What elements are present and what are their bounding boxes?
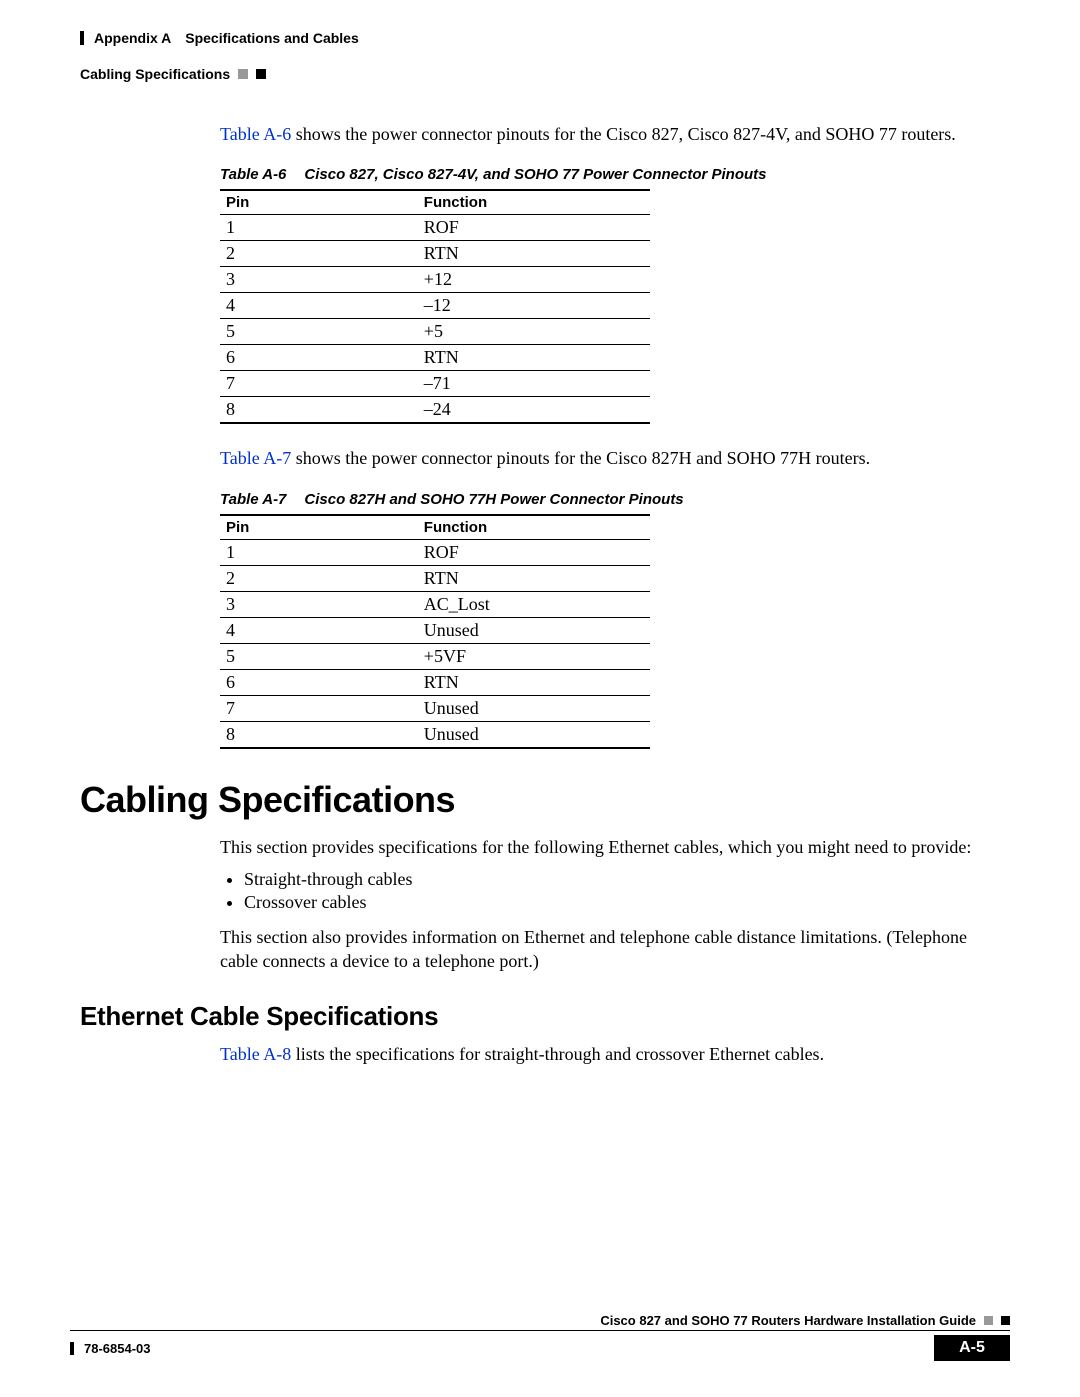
table-row: 1ROF [220,539,650,565]
table-row: 6RTN [220,345,650,371]
cell-pin: 5 [220,319,418,345]
intro-2-rest: shows the power connector pinouts for th… [291,448,870,468]
table-a7-link[interactable]: Table A-7 [220,448,291,468]
running-header-right: Cabling Specifications [80,66,1010,82]
table-row: 8–24 [220,397,650,424]
header-section-text: Cabling Specifications [80,66,230,82]
table-row: 5+5 [220,319,650,345]
cell-func: AC_Lost [418,591,650,617]
table-a6-link[interactable]: Table A-6 [220,124,291,144]
cell-func: +12 [418,267,650,293]
table-a6-header-func: Function [418,190,650,215]
list-item: Crossover cables [244,892,1000,913]
cell-pin: 6 [220,345,418,371]
heading-ethernet-cable-specs: Ethernet Cable Specifications [80,1001,1000,1032]
cell-func: Unused [418,695,650,721]
running-header-left: Appendix A Specifications and Cables [80,30,1010,46]
footer-guide-title: Cisco 827 and SOHO 77 Routers Hardware I… [600,1313,976,1328]
footer-square-icon [984,1316,993,1325]
table-a6-name: Table A-6 [220,166,286,183]
cell-func: +5 [418,319,650,345]
table-a6-caption: Table A-6 Cisco 827, Cisco 827-4V, and SO… [220,166,1000,183]
intro-1-rest: shows the power connector pinouts for th… [291,124,956,144]
cell-pin: 8 [220,397,418,424]
table-a6-title: Cisco 827, Cisco 827-4V, and SOHO 77 Pow… [304,166,766,183]
table-row: 6RTN [220,669,650,695]
cell-func: –24 [418,397,650,424]
list-item: Straight-through cables [244,869,1000,890]
cell-func: –71 [418,371,650,397]
table-a6-header-pin: Pin [220,190,418,215]
cell-pin: 2 [220,241,418,267]
header-square-icon [256,69,266,79]
heading-cabling-specifications: Cabling Specifications [80,779,1000,821]
table-row: 5+5VF [220,643,650,669]
table-a7-header-func: Function [418,515,650,540]
intro-paragraph-1: Table A-6 shows the power connector pino… [220,122,1000,146]
cell-pin: 7 [220,371,418,397]
cell-func: ROF [418,215,650,241]
cell-pin: 3 [220,591,418,617]
page-footer: Cisco 827 and SOHO 77 Routers Hardware I… [70,1313,1010,1361]
cell-pin: 5 [220,643,418,669]
ethernet-spec-rest: lists the specifications for straight-th… [291,1044,824,1064]
cell-pin: 3 [220,267,418,293]
table-row: 7–71 [220,371,650,397]
cell-pin: 4 [220,617,418,643]
table-a7-title: Cisco 827H and SOHO 77H Power Connector … [304,491,683,508]
cell-pin: 7 [220,695,418,721]
cell-func: RTN [418,241,650,267]
page-number: A-5 [934,1335,1010,1361]
cell-func: ROF [418,539,650,565]
table-a7-header-pin: Pin [220,515,418,540]
cell-pin: 8 [220,721,418,748]
table-a7: Pin Function 1ROF 2RTN 3AC_Lost 4Unused … [220,514,650,749]
cell-pin: 4 [220,293,418,319]
table-a6: Pin Function 1ROF 2RTN 3+12 4–12 5+5 6RT… [220,189,650,424]
table-row: 8Unused [220,721,650,748]
footer-doc-number: 78-6854-03 [84,1341,151,1356]
table-row: 4Unused [220,617,650,643]
table-row: 1ROF [220,215,650,241]
footer-square-icon [1001,1316,1010,1325]
cabling-spec-note: This section also provides information o… [220,925,1000,974]
table-a7-name: Table A-7 [220,491,286,508]
cell-pin: 2 [220,565,418,591]
cell-func: RTN [418,669,650,695]
ethernet-spec-intro: Table A-8 lists the specifications for s… [220,1042,1000,1066]
table-row: 2RTN [220,565,650,591]
table-a8-link[interactable]: Table A-8 [220,1044,291,1064]
table-a7-caption: Table A-7 Cisco 827H and SOHO 77H Power C… [220,491,1000,508]
table-row: 3+12 [220,267,650,293]
footer-bar-icon [70,1342,74,1355]
cell-func: Unused [418,617,650,643]
cell-pin: 1 [220,539,418,565]
cell-pin: 1 [220,215,418,241]
cell-func: +5VF [418,643,650,669]
table-row: 4–12 [220,293,650,319]
intro-paragraph-2: Table A-7 shows the power connector pino… [220,446,1000,470]
cabling-spec-intro: This section provides specifications for… [220,835,1000,859]
table-row: 2RTN [220,241,650,267]
header-square-icon [238,69,248,79]
cell-func: RTN [418,345,650,371]
header-appendix-text: Appendix A Specifications and Cables [94,30,359,46]
cell-func: RTN [418,565,650,591]
table-row: 7Unused [220,695,650,721]
cable-types-list: Straight-through cables Crossover cables [220,869,1000,913]
table-row: 3AC_Lost [220,591,650,617]
cell-func: –12 [418,293,650,319]
cell-pin: 6 [220,669,418,695]
cell-func: Unused [418,721,650,748]
